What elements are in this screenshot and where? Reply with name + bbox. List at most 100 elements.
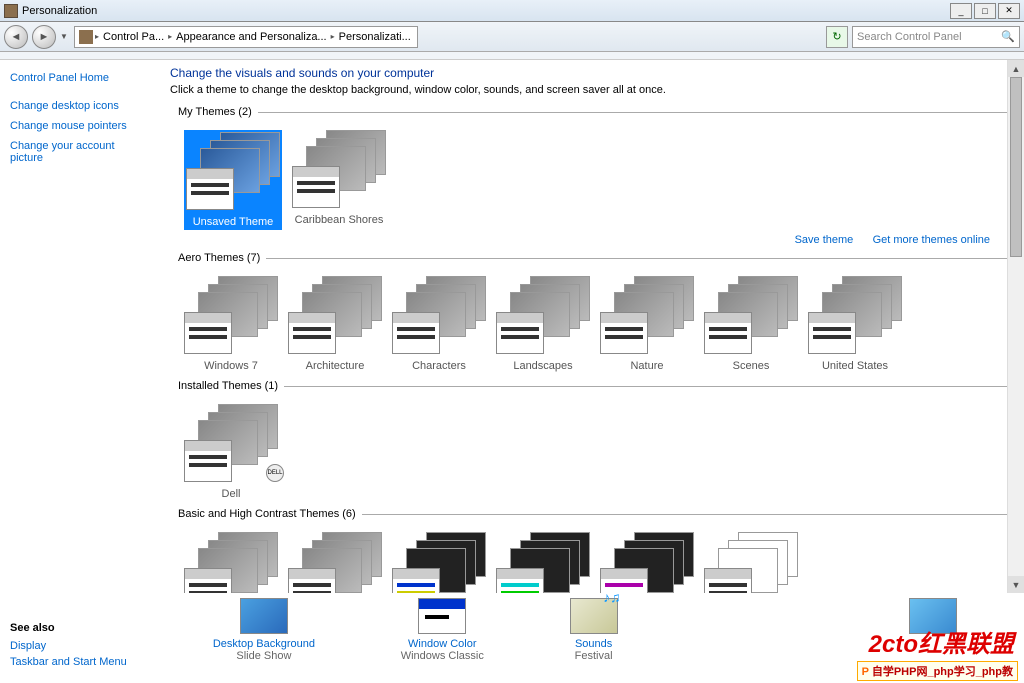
refresh-button[interactable]: ↻ bbox=[826, 26, 848, 48]
theme-thumbnail bbox=[704, 276, 798, 356]
settings-tile[interactable]: Desktop Background Slide Show bbox=[213, 598, 315, 662]
theme-thumbnail bbox=[392, 276, 486, 356]
sidebar-link-icons[interactable]: Change desktop icons bbox=[10, 96, 160, 116]
vertical-scrollbar[interactable]: ▲ ▼ bbox=[1007, 60, 1024, 593]
section-label: Aero Themes (7) bbox=[178, 252, 260, 264]
app-icon bbox=[4, 4, 18, 18]
section-label: Basic and High Contrast Themes (6) bbox=[178, 508, 356, 520]
section-installed-themes: Installed Themes (1) bbox=[178, 380, 1014, 392]
tile-icon bbox=[570, 598, 618, 634]
sidebar-link-pointers[interactable]: Change mouse pointers bbox=[10, 116, 160, 136]
theme-thumbnail bbox=[288, 276, 382, 356]
nav-bar: ◄ ► ▼ ▸ Control Pa... ▸ Appearance and P… bbox=[0, 22, 1024, 52]
toolbar-strip bbox=[0, 52, 1024, 60]
theme-thumbnail bbox=[600, 276, 694, 356]
theme-item[interactable]: Scenes bbox=[704, 276, 798, 372]
content-area: Change the visuals and sounds on your co… bbox=[170, 60, 1024, 593]
folder-icon bbox=[79, 30, 93, 44]
theme-thumbnail bbox=[808, 276, 902, 356]
dell-badge-icon: DELL bbox=[266, 464, 284, 482]
forward-button[interactable]: ► bbox=[32, 25, 56, 49]
see-also-header: See also bbox=[10, 622, 160, 634]
theme-label: Dell bbox=[184, 488, 278, 500]
theme-thumbnail bbox=[600, 532, 694, 593]
page-desc: Click a theme to change the desktop back… bbox=[170, 84, 1014, 96]
theme-label: Unsaved Theme bbox=[186, 216, 280, 228]
theme-thumbnail bbox=[288, 532, 382, 593]
see-also-display[interactable]: Display bbox=[10, 638, 160, 654]
theme-thumbnail bbox=[184, 276, 278, 356]
theme-thumbnail bbox=[292, 130, 386, 210]
theme-thumbnail: DELL bbox=[184, 404, 278, 484]
sidebar: Control Panel Home Change desktop icons … bbox=[0, 60, 170, 593]
breadcrumb-item[interactable]: Control Pa... bbox=[101, 31, 166, 43]
tile-title: Desktop Background bbox=[213, 638, 315, 650]
see-also-panel: See also Display Taskbar and Start Menu bbox=[0, 594, 170, 683]
theme-item[interactable]: Nature bbox=[600, 276, 694, 372]
settings-tile[interactable]: Sounds Festival bbox=[570, 598, 618, 662]
theme-item[interactable]: Windows 7 bbox=[184, 276, 278, 372]
section-basic-themes: Basic and High Contrast Themes (6) bbox=[178, 508, 1014, 520]
minimize-button[interactable]: _ bbox=[950, 3, 972, 19]
more-themes-link[interactable]: Get more themes online bbox=[873, 234, 990, 246]
breadcrumb[interactable]: ▸ Control Pa... ▸ Appearance and Persona… bbox=[74, 26, 418, 48]
theme-item[interactable]: Landscapes bbox=[496, 276, 590, 372]
theme-item[interactable]: Caribbean Shores bbox=[292, 130, 386, 230]
theme-item[interactable]: High Contrast Black bbox=[600, 532, 694, 593]
tile-icon bbox=[240, 598, 288, 634]
page-title: Change the visuals and sounds on your co… bbox=[170, 66, 1014, 80]
theme-item[interactable]: Windows Classic bbox=[288, 532, 382, 593]
scrollbar-thumb[interactable] bbox=[1010, 77, 1022, 257]
theme-label: United States bbox=[808, 360, 902, 372]
tile-subtitle: Festival bbox=[570, 650, 618, 662]
sidebar-home-link[interactable]: Control Panel Home bbox=[10, 68, 160, 88]
theme-label: Caribbean Shores bbox=[292, 214, 386, 226]
theme-item[interactable]: High Contrast #1 bbox=[392, 532, 486, 593]
theme-thumbnail bbox=[184, 532, 278, 593]
scroll-down-button[interactable]: ▼ bbox=[1008, 576, 1024, 593]
tile-title: Sounds bbox=[570, 638, 618, 650]
section-my-themes: My Themes (2) bbox=[178, 106, 1014, 118]
section-label: My Themes (2) bbox=[178, 106, 252, 118]
theme-thumbnail bbox=[496, 276, 590, 356]
tile-icon bbox=[418, 598, 466, 634]
theme-label: Landscapes bbox=[496, 360, 590, 372]
watermark-logo: 2cto红黑联盟 bbox=[869, 624, 1014, 659]
watermark-text: P 自学PHP网_php学习_php教 bbox=[857, 661, 1018, 681]
theme-item[interactable]: High Contrast #2 bbox=[496, 532, 590, 593]
tile-title: Window Color bbox=[401, 638, 484, 650]
theme-item[interactable]: United States bbox=[808, 276, 902, 372]
theme-item[interactable]: Characters bbox=[392, 276, 486, 372]
tile-subtitle: Windows Classic bbox=[401, 650, 484, 662]
section-label: Installed Themes (1) bbox=[178, 380, 278, 392]
save-theme-link[interactable]: Save theme bbox=[795, 234, 854, 246]
history-dropdown[interactable]: ▼ bbox=[60, 32, 70, 41]
chevron-right-icon[interactable]: ▸ bbox=[331, 32, 335, 41]
theme-item[interactable]: Architecture bbox=[288, 276, 382, 372]
chevron-right-icon[interactable]: ▸ bbox=[168, 32, 172, 41]
scroll-up-button[interactable]: ▲ bbox=[1008, 60, 1024, 77]
close-button[interactable]: ✕ bbox=[998, 3, 1020, 19]
theme-label: Nature bbox=[600, 360, 694, 372]
breadcrumb-item[interactable]: Appearance and Personaliza... bbox=[174, 31, 328, 43]
search-icon: 🔍 bbox=[1001, 30, 1015, 44]
search-input[interactable]: Search Control Panel 🔍 bbox=[852, 26, 1020, 48]
section-aero-themes: Aero Themes (7) bbox=[178, 252, 1014, 264]
maximize-button[interactable]: □ bbox=[974, 3, 996, 19]
theme-item[interactable]: DELL Dell bbox=[184, 404, 278, 500]
theme-thumbnail bbox=[704, 532, 798, 593]
breadcrumb-item[interactable]: Personalizati... bbox=[337, 31, 413, 43]
theme-label: Architecture bbox=[288, 360, 382, 372]
window-title: Personalization bbox=[22, 5, 97, 17]
sidebar-link-account-picture[interactable]: Change your account picture bbox=[10, 136, 160, 168]
theme-item[interactable]: Unsaved Theme bbox=[184, 130, 282, 230]
chevron-right-icon[interactable]: ▸ bbox=[95, 32, 99, 41]
search-placeholder: Search Control Panel bbox=[857, 31, 962, 43]
theme-item[interactable]: Windows 7 Basic bbox=[184, 532, 278, 593]
theme-thumbnail bbox=[496, 532, 590, 593]
back-button[interactable]: ◄ bbox=[4, 25, 28, 49]
see-also-taskbar[interactable]: Taskbar and Start Menu bbox=[10, 654, 160, 670]
settings-tile[interactable]: Window Color Windows Classic bbox=[401, 598, 484, 662]
theme-thumbnail bbox=[186, 132, 280, 212]
theme-item[interactable]: High Contrast White bbox=[704, 532, 798, 593]
